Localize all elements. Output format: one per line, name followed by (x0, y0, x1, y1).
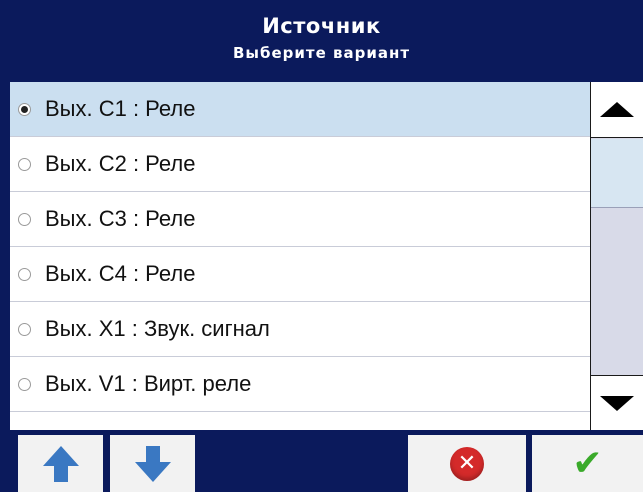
list-item[interactable]: Вых. C2 : Реле (10, 137, 590, 192)
list-item-label: Вых. C3 : Реле (45, 206, 196, 231)
radio-unchecked-icon[interactable] (18, 157, 31, 171)
arrow-down-icon (134, 445, 171, 482)
list-item-label: Вых. C2 : Реле (45, 151, 196, 176)
cancel-icon: ✕ (450, 446, 484, 481)
list-item-label: Вых. C4 : Реле (45, 261, 196, 286)
list-item-label: Вых. V1 : Вирт. реле (45, 371, 252, 396)
list-item[interactable]: Вых. V1 : Вирт. реле (10, 357, 590, 412)
radio-unchecked-icon[interactable] (18, 267, 31, 281)
scrollbar[interactable] (590, 82, 643, 430)
list-item-label: Вых. V2 : Вирт. реле (45, 426, 251, 430)
options-list-frame: Вых. C1 : Реле Вых. C2 : Реле Вых. C3 : Ре… (10, 82, 643, 430)
dialog-header: Источник Выберите вариант (0, 0, 643, 80)
cancel-button[interactable]: ✕ (408, 435, 526, 492)
dialog-title: Источник (262, 14, 381, 38)
list-item-label: Вых. X1 : Звук. сигнал (45, 316, 270, 341)
radio-unchecked-icon[interactable] (18, 377, 31, 391)
scroll-up-button[interactable] (591, 82, 643, 138)
checkmark-icon: ✔ (572, 442, 603, 484)
options-list: Вых. C1 : Реле Вых. C2 : Реле Вых. C3 : Ре… (10, 82, 590, 430)
scroll-down-button[interactable] (591, 375, 643, 430)
triangle-down-icon (600, 396, 634, 411)
radio-unchecked-icon[interactable] (18, 322, 31, 336)
triangle-up-icon (600, 102, 634, 117)
dialog-screen: Источник Выберите вариант Вых. C1 : Реле… (0, 0, 643, 492)
list-item[interactable]: Вых. V2 : Вирт. реле (10, 412, 590, 430)
dialog-subtitle: Выберите вариант (232, 44, 411, 62)
radio-checked-icon[interactable] (18, 102, 31, 116)
scroll-thumb[interactable] (591, 139, 643, 208)
move-down-button[interactable] (110, 435, 195, 492)
list-item[interactable]: Вых. X1 : Звук. сигнал (10, 302, 590, 357)
list-item[interactable]: Вых. C3 : Реле (10, 192, 590, 247)
arrow-up-icon (42, 445, 79, 482)
list-item[interactable]: Вых. C4 : Реле (10, 247, 590, 302)
list-item[interactable]: Вых. C1 : Реле (10, 82, 590, 137)
radio-unchecked-icon[interactable] (18, 212, 31, 226)
bottom-toolbar: ✕ ✔ (0, 432, 643, 492)
list-item-label: Вых. C1 : Реле (45, 96, 196, 121)
confirm-button[interactable]: ✔ (532, 435, 643, 492)
move-up-button[interactable] (18, 435, 103, 492)
